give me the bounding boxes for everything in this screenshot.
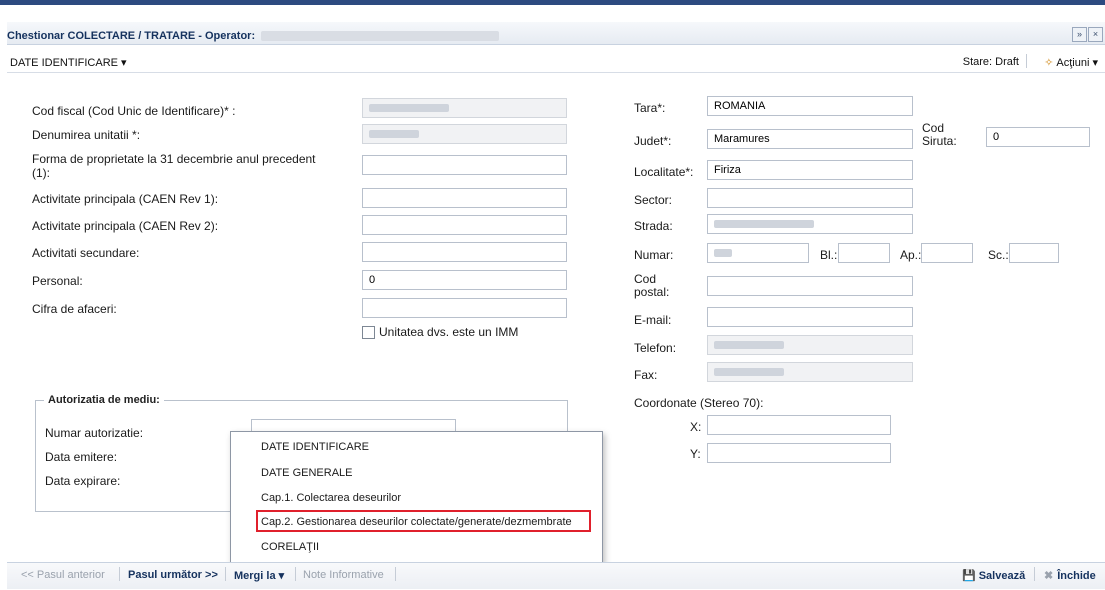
judet-label: Judet*: bbox=[634, 134, 672, 148]
menu-item-cap2[interactable]: Cap.2. Gestionarea deseurilor colectate/… bbox=[261, 516, 572, 528]
menu-item-date-generale[interactable]: DATE GENERALE bbox=[261, 467, 353, 479]
cod-fiscal-label: Cod fiscal (Cod Unic de Identificare)* : bbox=[32, 104, 236, 118]
denumire-field[interactable] bbox=[362, 124, 567, 144]
coord-y-field[interactable] bbox=[707, 443, 891, 463]
close-window-icon[interactable]: × bbox=[1088, 27, 1103, 42]
toolbar-divider bbox=[1026, 54, 1027, 68]
footer-divider bbox=[225, 567, 226, 581]
redacted-value bbox=[714, 220, 814, 228]
apartament-label: Ap.: bbox=[900, 248, 922, 262]
activitati-secundare-field[interactable] bbox=[362, 242, 567, 262]
caen1-field[interactable] bbox=[362, 188, 567, 208]
data-expirare-label: Data expirare: bbox=[45, 474, 121, 488]
save-label: Salvează bbox=[978, 570, 1026, 582]
close-icon: ✖ bbox=[1044, 570, 1054, 582]
localitate-label: Localitate*: bbox=[634, 165, 694, 179]
coordonate-label: Coordonate (Stereo 70): bbox=[634, 396, 764, 410]
imm-label: Unitatea dvs. este un IMM bbox=[379, 325, 519, 339]
top-accent-bar bbox=[0, 0, 1105, 5]
telefon-label: Telefon: bbox=[634, 341, 677, 355]
cod-postal-label: Cod bbox=[634, 272, 657, 286]
imm-checkbox[interactable] bbox=[362, 326, 375, 339]
status-label: Stare: Draft bbox=[962, 56, 1019, 68]
apartament-field[interactable] bbox=[921, 243, 973, 263]
personal-label: Personal: bbox=[32, 274, 83, 288]
cod-siruta-label: Cod bbox=[922, 121, 945, 135]
caen2-field[interactable] bbox=[362, 215, 567, 235]
operator-name-redacted bbox=[261, 31, 500, 42]
email-field[interactable] bbox=[707, 307, 913, 327]
caen2-label: Activitate principala (CAEN Rev 2): bbox=[32, 219, 219, 233]
goto-button[interactable]: Mergi la ▾ bbox=[234, 569, 284, 582]
localitate-field[interactable]: Firiza bbox=[707, 160, 913, 180]
scara-label: Sc.: bbox=[988, 248, 1009, 262]
caen1-label: Activitate principala (CAEN Rev 1): bbox=[32, 192, 219, 206]
cod-postal-label-cont: postal: bbox=[634, 285, 670, 299]
tara-field[interactable]: ROMANIA bbox=[707, 96, 913, 116]
prev-step-button[interactable]: << Pasul anterior bbox=[21, 569, 105, 581]
actions-label: Acţiuni ▾ bbox=[1056, 57, 1098, 69]
bloc-label: Bl.: bbox=[820, 248, 838, 262]
section-toolbar bbox=[7, 48, 1105, 73]
tara-label: Tara*: bbox=[634, 101, 666, 115]
judet-field[interactable]: Maramures bbox=[707, 129, 913, 149]
cifra-afaceri-field[interactable] bbox=[362, 298, 567, 318]
cod-fiscal-field[interactable] bbox=[362, 98, 567, 118]
strada-field[interactable] bbox=[707, 214, 913, 234]
section-dropdown[interactable]: DATE IDENTIFICARE ▾ bbox=[10, 56, 127, 69]
collapse-icon[interactable]: » bbox=[1072, 27, 1087, 42]
redacted-value bbox=[714, 341, 784, 349]
redacted-value bbox=[369, 104, 449, 112]
forma-proprietate-label: Forma de proprietate la 31 decembrie anu… bbox=[32, 152, 316, 166]
telefon-field[interactable] bbox=[707, 335, 913, 355]
personal-field[interactable]: 0 bbox=[362, 270, 567, 290]
save-icon: 💾 bbox=[962, 570, 976, 582]
strada-label: Strada: bbox=[634, 219, 673, 233]
cod-postal-field[interactable] bbox=[707, 276, 913, 296]
footer-divider bbox=[395, 567, 396, 581]
scara-field[interactable] bbox=[1009, 243, 1059, 263]
cod-siruta-field[interactable]: 0 bbox=[986, 127, 1090, 147]
numar-field[interactable] bbox=[707, 243, 809, 263]
data-emitere-label: Data emitere: bbox=[45, 450, 118, 464]
coord-x-field[interactable] bbox=[707, 415, 891, 435]
save-button[interactable]: 💾 Salvează bbox=[962, 569, 1025, 582]
sector-label: Sector: bbox=[634, 193, 673, 207]
close-label: Închide bbox=[1057, 570, 1096, 582]
forma-proprietate-label-cont: (1): bbox=[32, 166, 50, 180]
email-label: E-mail: bbox=[634, 313, 672, 327]
window-title: Chestionar COLECTARE / TRATARE - Operato… bbox=[7, 30, 500, 42]
redacted-value bbox=[714, 249, 732, 257]
bloc-field[interactable] bbox=[838, 243, 890, 263]
footer-divider bbox=[119, 567, 120, 581]
fax-field[interactable] bbox=[707, 362, 913, 382]
actions-icon: ✧ bbox=[1044, 57, 1054, 69]
coord-x-label: X: bbox=[690, 420, 702, 434]
numar-label: Numar: bbox=[634, 248, 674, 262]
cifra-afaceri-label: Cifra de afaceri: bbox=[32, 302, 117, 316]
footer-divider bbox=[1034, 567, 1035, 581]
next-step-button[interactable]: Pasul următor >> bbox=[128, 569, 218, 581]
close-button[interactable]: ✖ Închide bbox=[1044, 569, 1096, 582]
denumire-label: Denumirea unitatii *: bbox=[32, 128, 141, 142]
forma-proprietate-field[interactable] bbox=[362, 155, 567, 175]
coord-y-label: Y: bbox=[690, 447, 701, 461]
fax-label: Fax: bbox=[634, 368, 658, 382]
actions-menu-button[interactable]: ✧ Acţiuni ▾ bbox=[1044, 56, 1098, 69]
menu-item-date-identificare[interactable]: DATE IDENTIFICARE bbox=[261, 441, 369, 453]
note-informative-button[interactable]: Note Informative bbox=[303, 569, 384, 581]
autorizatie-legend: Autorizatia de mediu: bbox=[44, 394, 164, 406]
redacted-value bbox=[369, 130, 419, 138]
sector-field[interactable] bbox=[707, 188, 913, 208]
menu-item-corelatii[interactable]: CORELAŢII bbox=[261, 541, 319, 553]
footer-divider bbox=[295, 567, 296, 581]
redacted-value bbox=[714, 368, 784, 376]
activitati-secundare-label: Activitati secundare: bbox=[32, 246, 140, 260]
numar-autorizatie-label: Numar autorizatie: bbox=[45, 426, 144, 440]
menu-item-cap1[interactable]: Cap.1. Colectarea deseurilor bbox=[261, 492, 401, 504]
goto-dropdown-menu: DATE IDENTIFICARE DATE GENERALE Cap.1. C… bbox=[230, 431, 603, 565]
cod-siruta-label-cont: Siruta: bbox=[922, 134, 957, 148]
window-title-text: Chestionar COLECTARE / TRATARE - Operato… bbox=[7, 30, 256, 42]
